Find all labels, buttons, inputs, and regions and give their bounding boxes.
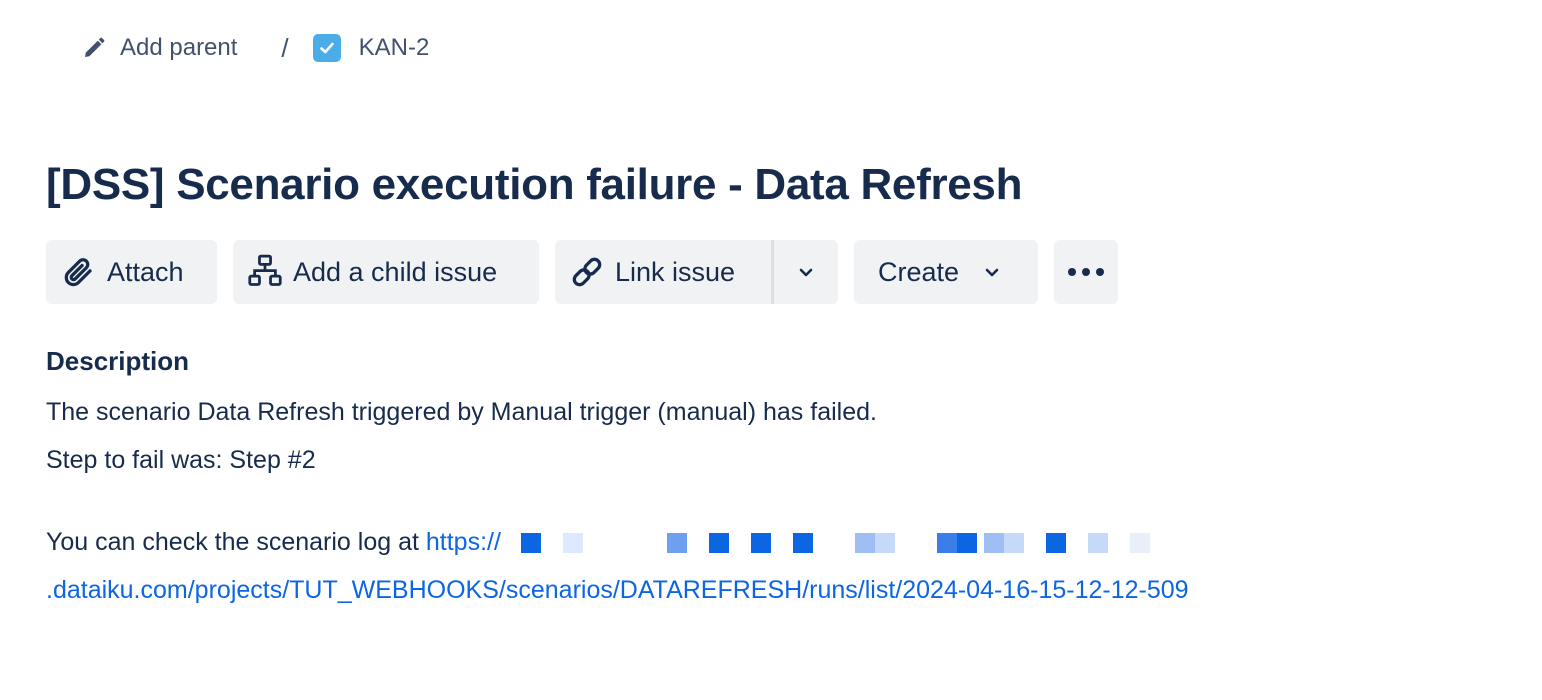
breadcrumb-separator: / xyxy=(281,32,289,63)
description-line-1: The scenario Data Refresh triggered by M… xyxy=(46,398,877,426)
log-link-start: https:// xyxy=(425,528,501,556)
create-label: Create xyxy=(878,256,960,287)
link-icon xyxy=(569,254,605,290)
issue-title[interactable]: [DSS] Scenario execution failure - Data … xyxy=(46,160,1022,210)
log-link-end: .dataiku.com/projects/TUT_WEBHOOKS/scena… xyxy=(46,576,1189,604)
description-heading: Description xyxy=(46,346,190,376)
link-issue-label: Link issue xyxy=(615,256,736,287)
log-prefix-text: You can check the scenario log at xyxy=(46,528,426,556)
pencil-icon xyxy=(82,36,106,60)
link-issue-button[interactable]: Link issue xyxy=(555,240,771,304)
hierarchy-icon xyxy=(247,254,283,290)
chevron-down-icon xyxy=(797,263,815,281)
attach-button[interactable]: Attach xyxy=(46,240,217,304)
add-child-label: Add a child issue xyxy=(293,256,498,287)
description-log-paragraph: You can check the scenario log at https:… xyxy=(46,518,1486,614)
issue-view: Add parent / KAN-2 [DSS] Scenario execut… xyxy=(0,0,1542,700)
add-parent-label: Add parent xyxy=(120,34,238,61)
create-button[interactable]: Create xyxy=(854,240,1038,304)
more-actions-button[interactable] xyxy=(1054,240,1118,304)
add-parent-link[interactable]: Add parent xyxy=(82,34,237,62)
issue-toolbar: Attach Add a child issue Link issue Crea… xyxy=(46,240,1118,304)
more-horizontal-icon xyxy=(1066,267,1106,277)
issue-key-link[interactable]: KAN-2 xyxy=(312,34,430,62)
chevron-down-icon xyxy=(983,263,1001,281)
description-line-2: Step to fail was: Step #2 xyxy=(46,446,316,474)
link-issue-split-button: Link issue xyxy=(555,240,838,304)
checkbox-task-icon xyxy=(312,34,341,62)
link-issue-dropdown-button[interactable] xyxy=(774,240,838,304)
redacted-url-segment xyxy=(501,528,1150,556)
issue-key-label: KAN-2 xyxy=(358,34,430,61)
paperclip-icon xyxy=(60,255,96,289)
breadcrumb: Add parent / KAN-2 xyxy=(82,30,429,66)
attach-label: Attach xyxy=(107,256,184,287)
add-child-issue-button[interactable]: Add a child issue xyxy=(233,240,539,304)
